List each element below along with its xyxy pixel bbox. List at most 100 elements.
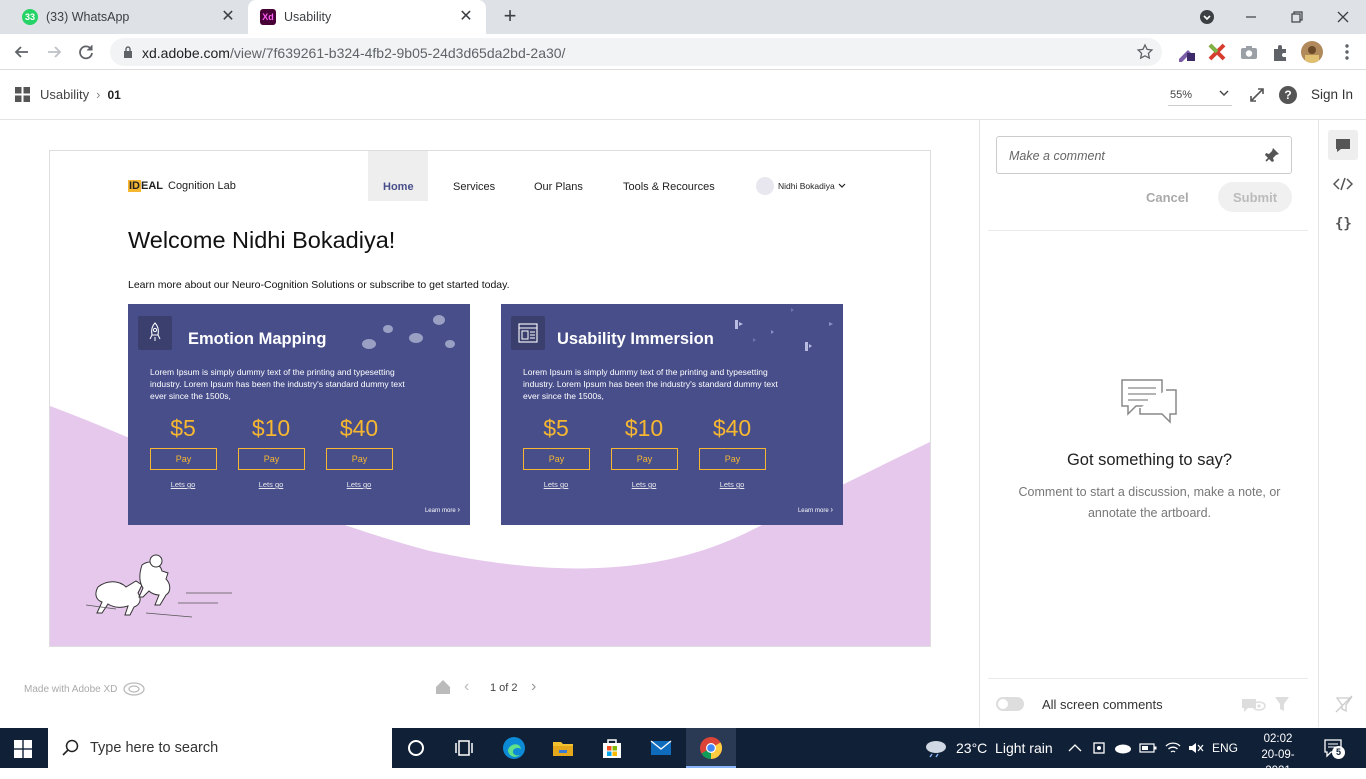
microsoft-store-icon[interactable] xyxy=(598,734,626,762)
chevron-right-icon: › xyxy=(457,505,460,514)
battery-icon[interactable] xyxy=(1139,728,1157,768)
close-tab-icon[interactable]: ✕ xyxy=(458,9,474,25)
file-explorer-icon[interactable] xyxy=(549,734,577,762)
nav-services[interactable]: Services xyxy=(453,181,495,193)
lets-go-link[interactable]: Lets go xyxy=(150,480,216,489)
pay-button[interactable]: Pay xyxy=(238,448,305,470)
onedrive-icon[interactable] xyxy=(1114,728,1132,768)
user-menu[interactable]: Nidhi Bokadiya xyxy=(778,181,846,191)
task-view-icon[interactable] xyxy=(450,734,478,762)
pay-button[interactable]: Pay xyxy=(611,448,678,470)
comment-input[interactable]: Make a comment xyxy=(996,136,1292,174)
clock[interactable]: 02:02 20-09-2021 xyxy=(1252,731,1304,779)
profile-avatar[interactable] xyxy=(1301,41,1323,63)
lets-go-link[interactable]: Lets go xyxy=(699,480,765,489)
edge-icon[interactable] xyxy=(500,734,528,762)
extensions-puzzle-icon[interactable] xyxy=(1269,41,1291,63)
language-indicator[interactable]: ENG xyxy=(1212,728,1238,768)
tab-whatsapp[interactable]: 33 (33) WhatsApp ✕ xyxy=(8,0,248,34)
grid-view-icon[interactable] xyxy=(15,87,30,102)
chrome-icon xyxy=(700,737,722,759)
help-icon[interactable]: ? xyxy=(1279,86,1297,104)
filter-icon[interactable] xyxy=(1274,695,1290,713)
address-bar[interactable]: xd.adobe.com/view/7f639261-b324-4fb2-9b0… xyxy=(110,38,1162,66)
pay-button[interactable]: Pay xyxy=(150,448,217,470)
user-avatar[interactable] xyxy=(756,177,774,195)
nav-our-plans[interactable]: Our Plans xyxy=(534,181,583,193)
volume-muted-icon[interactable] xyxy=(1187,728,1205,768)
notification-count-badge: 5 xyxy=(1332,746,1345,759)
all-screen-comments-toggle[interactable] xyxy=(996,697,1024,711)
search-placeholder: Type here to search xyxy=(90,740,219,756)
close-tab-icon[interactable]: ✕ xyxy=(220,9,236,25)
collapse-panel-icon[interactable] xyxy=(1335,695,1353,713)
made-with-label: Made with Adobe XD xyxy=(24,683,118,695)
comments-tab-icon[interactable] xyxy=(1328,130,1358,160)
ideal-logo[interactable]: ID EAL Cognition Lab xyxy=(128,180,236,192)
tray-device-icon[interactable] xyxy=(1092,728,1106,768)
reload-icon[interactable] xyxy=(75,41,97,63)
clock-time: 02:02 xyxy=(1263,733,1293,745)
divider xyxy=(988,230,1308,231)
learn-more-label: Learn more xyxy=(424,508,456,514)
close-window-icon[interactable] xyxy=(1332,6,1354,28)
sparkle-decoration xyxy=(735,308,833,351)
toggle-knob xyxy=(998,699,1008,709)
pay-button[interactable]: Pay xyxy=(326,448,393,470)
previous-screen-icon[interactable]: ‹ xyxy=(464,679,469,695)
hide-comments-icon[interactable] xyxy=(1240,695,1266,713)
mail-icon[interactable] xyxy=(647,734,675,762)
windows-taskbar: Type here to search 23°C Light rain ENG … xyxy=(0,728,1366,777)
home-icon[interactable] xyxy=(434,678,452,696)
breadcrumb-root[interactable]: Usability xyxy=(40,87,89,102)
back-icon[interactable] xyxy=(11,41,33,63)
comments-panel: Make a comment Cancel Submit Got somethi… xyxy=(979,120,1318,727)
learn-more-link[interactable]: Learn more › xyxy=(798,505,833,514)
nav-home[interactable]: Home xyxy=(383,181,414,193)
tab-usability[interactable]: Xd Usability ✕ xyxy=(248,0,486,34)
card-description: Lorem Ipsum is simply dummy text of the … xyxy=(523,367,778,401)
lets-go-link[interactable]: Lets go xyxy=(238,480,304,489)
pay-button[interactable]: Pay xyxy=(699,448,766,470)
new-tab-button[interactable]: + xyxy=(498,5,522,29)
taskbar-search-box[interactable]: Type here to search xyxy=(48,728,392,768)
restore-icon[interactable] xyxy=(1286,6,1308,28)
pin-icon[interactable] xyxy=(1263,146,1281,164)
tab-search-icon[interactable] xyxy=(1196,6,1218,28)
code-view-icon[interactable] xyxy=(1333,176,1353,192)
lets-go-link[interactable]: Lets go xyxy=(326,480,392,489)
submit-button[interactable]: Submit xyxy=(1218,182,1292,212)
bookmark-star-icon[interactable] xyxy=(1136,43,1154,61)
learn-more-link[interactable]: Learn more › xyxy=(425,505,460,514)
tab-label: (33) WhatsApp xyxy=(46,10,130,24)
logo-text: Cognition Lab xyxy=(168,180,236,192)
minimize-icon[interactable] xyxy=(1240,6,1262,28)
chrome-menu-icon[interactable] xyxy=(1336,41,1358,63)
tab-label: Usability xyxy=(284,10,332,24)
next-screen-icon[interactable]: › xyxy=(531,679,536,695)
forward-icon[interactable] xyxy=(43,41,65,63)
weather-widget[interactable]: 23°C Light rain xyxy=(924,728,1053,768)
chrome-taskbar-button[interactable] xyxy=(686,728,736,768)
nav-tools-resources[interactable]: Tools & Recources xyxy=(623,181,715,193)
user-name: Nidhi Bokadiya xyxy=(778,181,835,191)
speech-bubbles-icon xyxy=(1120,378,1178,424)
fullscreen-icon[interactable] xyxy=(1248,86,1266,104)
extension-x-icon[interactable] xyxy=(1206,41,1228,63)
chevron-up-icon[interactable] xyxy=(1068,728,1082,768)
pay-button[interactable]: Pay xyxy=(523,448,590,470)
lets-go-link[interactable]: Lets go xyxy=(523,480,589,489)
zoom-select[interactable]: 55% xyxy=(1168,84,1232,106)
notification-center-icon[interactable]: 5 xyxy=(1323,738,1345,759)
wifi-icon[interactable] xyxy=(1164,728,1182,768)
card-description: Lorem Ipsum is simply dummy text of the … xyxy=(150,367,405,401)
design-specs-icon[interactable]: {} xyxy=(1335,216,1352,232)
cortana-icon[interactable] xyxy=(402,734,430,762)
lets-go-link[interactable]: Lets go xyxy=(611,480,677,489)
sign-in-link[interactable]: Sign In xyxy=(1311,87,1353,102)
cancel-button[interactable]: Cancel xyxy=(1146,190,1189,205)
eyedropper-extension-icon[interactable] xyxy=(1175,41,1197,63)
camera-extension-icon[interactable] xyxy=(1238,41,1260,63)
windows-start-icon[interactable] xyxy=(14,740,32,758)
made-with-adobe-xd[interactable]: Made with Adobe XD xyxy=(24,682,146,696)
